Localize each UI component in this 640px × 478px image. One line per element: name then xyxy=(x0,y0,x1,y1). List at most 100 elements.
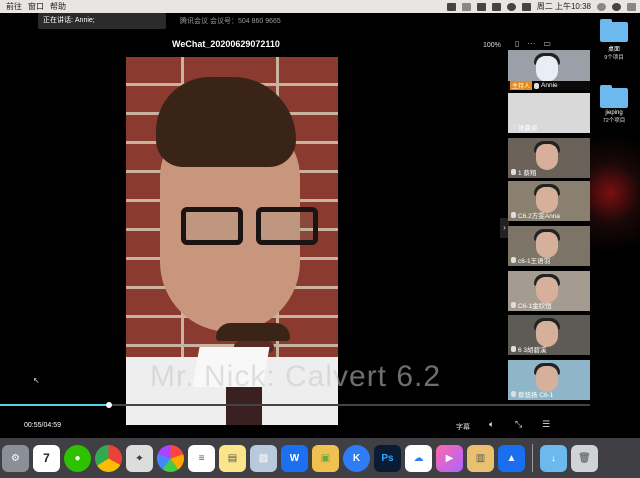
photos-icon[interactable] xyxy=(157,444,184,472)
participant-tile[interactable]: c6-1王语羽 xyxy=(508,226,590,266)
wechat-icon[interactable]: ● xyxy=(64,444,91,472)
presenter-hair xyxy=(156,77,296,167)
subtitle-button[interactable]: 字幕 xyxy=(456,422,470,432)
folder-icon xyxy=(600,19,628,42)
participant-name: 蔡悠扬 C6-1 xyxy=(518,392,554,399)
k-label: K xyxy=(352,452,361,464)
playback-progress[interactable] xyxy=(0,402,590,408)
window-controls: ▯ ··· ▭ xyxy=(515,39,551,48)
wps-label: W xyxy=(289,452,300,464)
participant-tile[interactable]: 6 3胡碧溪 xyxy=(508,315,590,355)
reminders-icon[interactable]: ≡ xyxy=(188,444,215,472)
control-center-icon[interactable] xyxy=(627,2,636,11)
menu-window[interactable]: 窗口 xyxy=(28,1,44,12)
finder-icon[interactable]: ⚙ xyxy=(2,444,29,472)
search-icon[interactable] xyxy=(597,2,606,11)
participant-name-bar: C6.2方雯Anna xyxy=(511,210,560,220)
progress-fill xyxy=(0,404,109,406)
desktop-wallpaper xyxy=(590,13,640,438)
participant-tile[interactable]: 蔡悠扬 C6-1 xyxy=(508,360,590,400)
participant-name: C6.2方雯Anna xyxy=(518,213,560,220)
fullscreen-exit-icon[interactable]: ⤡ xyxy=(515,419,522,430)
participant-tile[interactable]: C6-1金欣恒 xyxy=(508,271,590,311)
participant-tile[interactable]: 张晨卓 xyxy=(508,93,590,133)
participant-tile[interactable]: C6.2方雯Anna xyxy=(508,181,590,221)
menu-go[interactable]: 前往 xyxy=(6,1,22,12)
pip-icon[interactable]: ▯ xyxy=(515,39,519,48)
meeting-id-label: 腾讯会议 会议号：504 860 9665 xyxy=(180,18,281,25)
participant-name: 1 蔡翔 xyxy=(518,170,537,177)
participant-name-bar: C6-1金欣恒 xyxy=(511,300,552,310)
progress-knob[interactable] xyxy=(105,402,112,408)
photoshop-icon[interactable]: Ps xyxy=(374,444,401,472)
zoom-level[interactable]: 100% xyxy=(483,42,501,49)
screenshot-icon[interactable]: ⌖ xyxy=(126,444,153,472)
participant-tile[interactable]: 1 蔡翔 xyxy=(508,138,590,178)
siri-icon[interactable] xyxy=(612,2,621,11)
layout-icon[interactable]: ▭ xyxy=(543,39,551,48)
menu-help[interactable]: 帮助 xyxy=(50,1,66,12)
clock[interactable]: 周二 上午10:38 xyxy=(537,1,591,12)
folder-icon xyxy=(600,85,628,108)
chrome-icon[interactable] xyxy=(95,444,122,472)
participant-name-bar: 蔡悠扬 C6-1 xyxy=(511,389,553,399)
dock: ⚙ 7 ● ⌖ ≡ ▤ ▨ W ▣ K Ps ☁ ▶ ▥ ▲ ↓ 🗑︎ xyxy=(0,438,640,478)
mustache xyxy=(216,323,290,341)
list-icon[interactable]: ☰ xyxy=(542,419,550,430)
ps-label: Ps xyxy=(381,452,394,464)
trash-icon[interactable]: 🗑︎ xyxy=(571,444,598,472)
mouse-cursor-icon: ↖ xyxy=(33,376,40,385)
mic-icon xyxy=(511,257,516,263)
participant-name-bar: 张晨卓 xyxy=(511,122,538,132)
calendar-icon[interactable]: 7 xyxy=(33,444,60,472)
folder-name: 桌面 xyxy=(607,47,620,53)
participant-name-bar: 6 3胡碧溪 xyxy=(511,344,547,354)
participant-name-bar: 主持人 Annie xyxy=(508,81,590,90)
folder-jieping[interactable]: jieping 72个项目 xyxy=(598,85,630,124)
mic-icon xyxy=(511,302,516,308)
volume-icon[interactable]: 🔈︎ xyxy=(489,419,494,430)
video-title: WeChat_20200629072110 xyxy=(172,39,280,49)
downloads-folder-icon[interactable]: ↓ xyxy=(540,444,567,472)
final-cut-icon[interactable]: ▶ xyxy=(436,444,463,472)
speaking-indicator: 正在讲话: Annie; xyxy=(38,13,166,29)
participant-name: C6-1金欣恒 xyxy=(518,303,552,310)
status-icon-1[interactable] xyxy=(446,2,456,11)
status-icon-4[interactable] xyxy=(491,2,501,11)
status-icon-3[interactable] xyxy=(476,2,486,11)
participant-tile[interactable]: 主持人 Annie xyxy=(508,50,590,90)
baidu-netdisk-icon[interactable]: ☁ xyxy=(405,444,432,472)
status-icon-2[interactable] xyxy=(461,2,471,11)
mic-icon xyxy=(511,391,516,397)
mic-icon xyxy=(511,212,516,218)
more-icon[interactable]: ··· xyxy=(527,39,535,48)
glass-right xyxy=(256,207,318,245)
participant-name: Annie xyxy=(541,82,558,89)
mic-icon xyxy=(511,346,516,352)
klack-icon[interactable]: K xyxy=(343,444,370,472)
glasses xyxy=(181,207,331,247)
mic-icon xyxy=(534,82,540,89)
participant-panel: 主持人 Annie 张晨卓 1 蔡翔 C6.2方雯Anna c6-1王语羽 C6… xyxy=(508,50,590,425)
participant-face xyxy=(536,56,558,82)
wps-icon[interactable]: W xyxy=(281,444,308,472)
participant-name-bar: 1 蔡翔 xyxy=(511,167,536,177)
preview-icon[interactable]: ▨ xyxy=(250,444,277,472)
notes-icon[interactable]: ▤ xyxy=(219,444,246,472)
folder-desktop[interactable]: 桌面 9个项目 xyxy=(598,19,630,61)
participant-name: 张晨卓 xyxy=(518,125,538,132)
host-badge: 主持人 xyxy=(510,81,533,90)
tencent-meeting-icon[interactable]: ▲ xyxy=(498,444,525,472)
menu-bar: 前往 窗口 帮助 周二 上午10:38 xyxy=(0,0,640,13)
participant-name-bar: c6-1王语羽 xyxy=(511,255,550,265)
folder-count: 9个项目 xyxy=(604,55,624,61)
wifi-icon[interactable] xyxy=(506,2,516,11)
playback-time: 00:55/04:59 xyxy=(24,422,61,429)
archive-icon[interactable]: ▥ xyxy=(467,444,494,472)
mic-icon xyxy=(511,124,516,130)
contacts-icon[interactable]: ▣ xyxy=(312,444,339,472)
battery-icon[interactable] xyxy=(521,2,531,11)
video-watermark-text: Mr. Nick: Calvert 6.2 xyxy=(150,360,442,393)
glass-left xyxy=(181,207,243,245)
folder-count: 72个项目 xyxy=(602,118,626,124)
